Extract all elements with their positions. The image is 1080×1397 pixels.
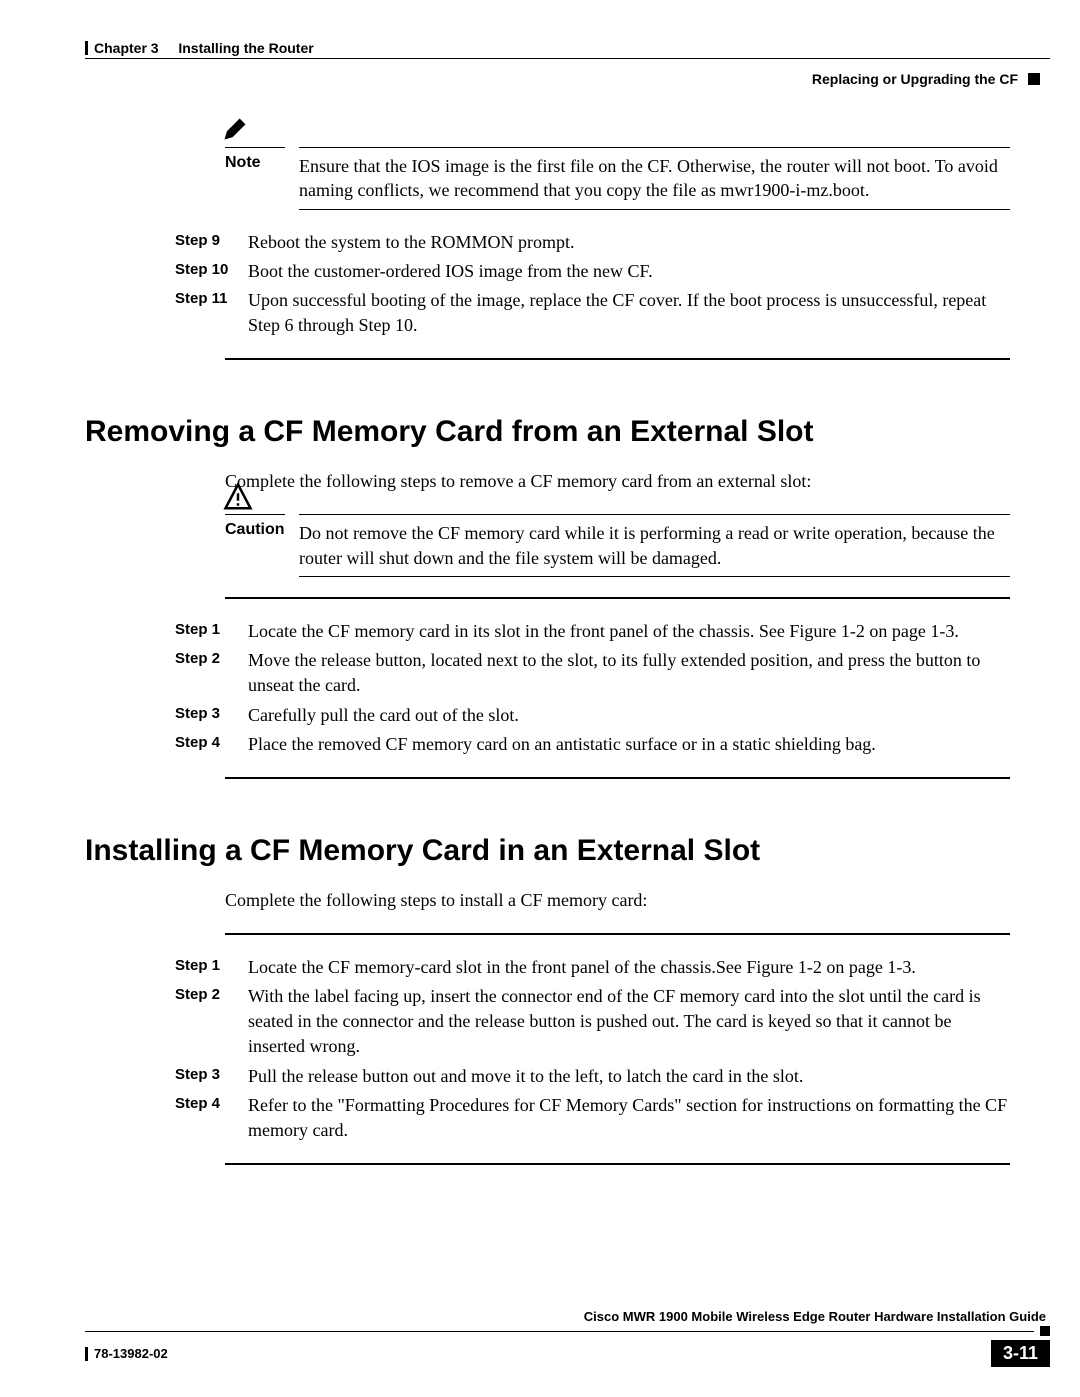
note-pencil-icon <box>221 115 249 148</box>
caution-block: Caution Do not remove the CF memory card… <box>225 514 1010 577</box>
caution-warning-icon <box>223 482 253 517</box>
intro-remove: Complete the following steps to remove a… <box>225 471 1010 492</box>
step-row: Step 4 Place the removed CF memory card … <box>175 732 1010 757</box>
step-label: Step 4 <box>175 732 230 751</box>
step-text: Pull the release button out and move it … <box>248 1064 1010 1089</box>
step-label: Step 9 <box>175 230 230 249</box>
note-block: Note Ensure that the IOS image is the fi… <box>225 147 1010 210</box>
caution-label: Caution <box>225 514 285 539</box>
step-text: Locate the CF memory card in its slot in… <box>248 619 1010 644</box>
step-label: Step 1 <box>175 955 230 974</box>
footer-doc-number: 78-13982-02 <box>94 1346 168 1361</box>
step-row: Step 10 Boot the customer-ordered IOS im… <box>175 259 1010 284</box>
step-label: Step 1 <box>175 619 230 638</box>
footer-guide-title: Cisco MWR 1900 Mobile Wireless Edge Rout… <box>85 1309 1050 1324</box>
step-text: Reboot the system to the ROMMON prompt. <box>248 230 1010 255</box>
note-label: Note <box>225 147 285 172</box>
section-rule <box>225 1163 1010 1165</box>
step-text: Boot the customer-ordered IOS image from… <box>248 259 1010 284</box>
section-rule <box>225 777 1010 779</box>
section-rule <box>225 933 1010 935</box>
step-row: Step 3 Pull the release button out and m… <box>175 1064 1010 1089</box>
step-row: Step 1 Locate the CF memory-card slot in… <box>175 955 1010 980</box>
header-square-icon <box>1028 73 1040 85</box>
step-row: Step 2 Move the release button, located … <box>175 648 1010 698</box>
footer-square-icon <box>1040 1326 1050 1336</box>
caution-text: Do not remove the CF memory card while i… <box>299 514 1010 577</box>
step-label: Step 2 <box>175 648 230 667</box>
section-title-remove: Removing a CF Memory Card from an Extern… <box>85 415 1010 449</box>
note-text: Ensure that the IOS image is the first f… <box>299 147 1010 210</box>
chapter-title: Installing the Router <box>178 40 313 56</box>
step-row: Step 11 Upon successful booting of the i… <box>175 288 1010 338</box>
intro-install: Complete the following steps to install … <box>225 890 1010 911</box>
step-row: Step 4 Refer to the "Formatting Procedur… <box>175 1093 1010 1143</box>
page-footer: Cisco MWR 1900 Mobile Wireless Edge Rout… <box>85 1309 1050 1367</box>
step-text: Move the release button, located next to… <box>248 648 1010 698</box>
header-divider <box>85 58 1050 59</box>
step-label: Step 2 <box>175 984 230 1003</box>
step-row: Step 1 Locate the CF memory card in its … <box>175 619 1010 644</box>
step-label: Step 4 <box>175 1093 230 1112</box>
section-rule <box>225 358 1010 360</box>
section-title-install: Installing a CF Memory Card in an Extern… <box>85 834 1010 868</box>
chapter-header: Chapter 3 Installing the Router <box>85 40 1050 56</box>
step-row: Step 2 With the label facing up, insert … <box>175 984 1010 1060</box>
step-label: Step 3 <box>175 703 230 722</box>
step-text: Locate the CF memory-card slot in the fr… <box>248 955 1010 980</box>
step-row: Step 9 Reboot the system to the ROMMON p… <box>175 230 1010 255</box>
step-row: Step 3 Carefully pull the card out of th… <box>175 703 1010 728</box>
step-text: Refer to the "Formatting Procedures for … <box>248 1093 1010 1143</box>
step-label: Step 3 <box>175 1064 230 1083</box>
section-rule <box>225 597 1010 599</box>
step-text: Place the removed CF memory card on an a… <box>248 732 1010 757</box>
step-text: With the label facing up, insert the con… <box>248 984 1010 1060</box>
step-text: Carefully pull the card out of the slot. <box>248 703 1010 728</box>
step-label: Step 10 <box>175 259 230 278</box>
page-number: 3-11 <box>991 1340 1050 1367</box>
chapter-number: Chapter 3 <box>94 40 159 56</box>
step-text: Upon successful booting of the image, re… <box>248 288 1010 338</box>
section-title-header: Replacing or Upgrading the CF <box>812 71 1018 87</box>
step-label: Step 11 <box>175 288 230 307</box>
